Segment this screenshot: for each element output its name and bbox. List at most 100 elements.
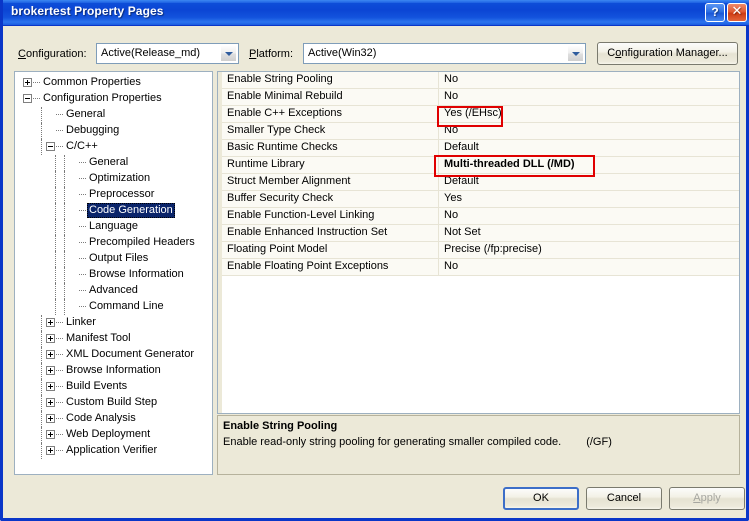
grid-row[interactable]: Floating Point Model Precise (/fp:precise… (222, 242, 739, 259)
grid-row-value[interactable]: Multi-threaded DLL (/MD) (444, 158, 575, 170)
grid-row-value[interactable]: No (444, 90, 458, 102)
property-pages-dialog: brokertest Property Pages ? ✕ Configurat… (0, 0, 749, 521)
tree-item-c-c[interactable]: C/C++ (15, 139, 212, 155)
tree-expand-icon[interactable] (46, 445, 55, 455)
tree-item-code-generation[interactable]: Code Generation (15, 203, 212, 219)
grid-row[interactable]: Enable Function-Level Linking No (222, 208, 739, 225)
tree-item-optimization[interactable]: Optimization (15, 171, 212, 187)
grid-column-splitter[interactable] (438, 208, 439, 224)
tree-item-command-line[interactable]: Command Line (15, 299, 212, 315)
tree-expand-icon[interactable] (46, 397, 55, 407)
tree-item-custom-build-step[interactable]: Custom Build Step (15, 395, 212, 411)
tree-connector (32, 91, 41, 107)
grid-row[interactable]: Struct Member Alignment Default (222, 174, 739, 191)
grid-row-value[interactable]: No (444, 260, 458, 272)
grid-row-value[interactable]: Yes (/EHsc) (444, 107, 502, 119)
tree-item-label: Manifest Tool (66, 332, 131, 344)
grid-row[interactable]: Enable Enhanced Instruction Set Not Set (222, 225, 739, 242)
tree-item-code-analysis[interactable]: Code Analysis (15, 411, 212, 427)
tree-item-general[interactable]: General (15, 107, 212, 123)
grid-row[interactable]: Smaller Type Check No (222, 123, 739, 140)
tree-item-label: XML Document Generator (66, 348, 194, 360)
grid-row-value[interactable]: Default (444, 175, 479, 187)
chevron-down-icon[interactable] (567, 45, 584, 62)
tree-expand-icon[interactable] (46, 381, 55, 391)
tree-item-general[interactable]: General (15, 155, 212, 171)
tree-item-manifest-tool[interactable]: Manifest Tool (15, 331, 212, 347)
tree-item-browse-information[interactable]: Browse Information (15, 267, 212, 283)
platform-dropdown[interactable]: Active(Win32) (303, 43, 586, 64)
grid-row-value[interactable]: Precise (/fp:precise) (444, 243, 542, 255)
grid-row[interactable]: Basic Runtime Checks Default (222, 140, 739, 157)
configuration-manager-button[interactable]: Configuration Manager... (597, 42, 738, 65)
tree-item-output-files[interactable]: Output Files (15, 251, 212, 267)
tree-item-debugging[interactable]: Debugging (15, 123, 212, 139)
tree-item-xml-document-generator[interactable]: XML Document Generator (15, 347, 212, 363)
tree-expand-icon[interactable] (46, 413, 55, 423)
grid-column-splitter[interactable] (438, 89, 439, 105)
tree-expand-icon[interactable] (46, 429, 55, 439)
grid-row-name: Buffer Security Check (227, 192, 334, 204)
grid-column-splitter[interactable] (438, 259, 439, 275)
grid-row[interactable]: Buffer Security Check Yes (222, 191, 739, 208)
tree-indent-guide (37, 347, 46, 363)
grid-column-splitter[interactable] (438, 140, 439, 156)
grid-row[interactable]: Runtime Library Multi-threaded DLL (/MD) (222, 157, 739, 174)
grid-row-value[interactable]: Default (444, 141, 479, 153)
grid-column-splitter[interactable] (438, 157, 439, 173)
chevron-down-icon[interactable] (220, 45, 237, 62)
tree-connector (55, 395, 64, 411)
grid-row[interactable]: Enable C++ Exceptions Yes (/EHsc) (222, 106, 739, 123)
tree-connector (78, 155, 87, 171)
tree-item-precompiled-headers[interactable]: Precompiled Headers (15, 235, 212, 251)
cancel-button[interactable]: Cancel (586, 487, 662, 510)
tree-indent-guide (51, 251, 60, 267)
help-icon[interactable]: ? (705, 3, 725, 22)
grid-row-value[interactable]: No (444, 73, 458, 85)
ok-button[interactable]: OK (503, 487, 579, 510)
tree-item-preprocessor[interactable]: Preprocessor (15, 187, 212, 203)
grid-column-splitter[interactable] (438, 191, 439, 207)
grid-row-value[interactable]: Not Set (444, 226, 481, 238)
grid-row[interactable]: Enable Floating Point Exceptions No (222, 259, 739, 276)
grid-row[interactable]: Enable Minimal Rebuild No (222, 89, 739, 106)
grid-row-value[interactable]: Yes (444, 192, 462, 204)
tree-item-configuration-properties[interactable]: Configuration Properties (15, 91, 212, 107)
grid-column-splitter[interactable] (438, 106, 439, 122)
tree-item-web-deployment[interactable]: Web Deployment (15, 427, 212, 443)
tree-item-label: General (66, 108, 106, 120)
grid-column-splitter[interactable] (438, 225, 439, 241)
tree-indent-guide (60, 267, 69, 283)
grid-row-name: Enable Floating Point Exceptions (227, 260, 389, 272)
tree-item-common-properties[interactable]: Common Properties (15, 75, 212, 91)
tree-expand-icon[interactable] (23, 77, 32, 87)
tree-item-linker[interactable]: Linker (15, 315, 212, 331)
tree-item-browse-information[interactable]: Browse Information (15, 363, 212, 379)
grid-column-splitter[interactable] (438, 242, 439, 258)
property-grid[interactable]: Enable String Pooling No Enable Minimal Re… (217, 71, 740, 414)
tree-item-build-events[interactable]: Build Events (15, 379, 212, 395)
tree-expand-icon[interactable] (46, 317, 55, 327)
tree-expand-icon[interactable] (46, 365, 55, 375)
tree-item-advanced[interactable]: Advanced (15, 283, 212, 299)
grid-row-value[interactable]: No (444, 124, 458, 136)
configuration-dropdown[interactable]: Active(Release_md) (96, 43, 239, 64)
close-icon[interactable]: ✕ (727, 3, 747, 22)
grid-row-value[interactable]: No (444, 209, 458, 221)
tree-item-application-verifier[interactable]: Application Verifier (15, 443, 212, 459)
grid-column-splitter[interactable] (438, 174, 439, 190)
tree-item-language[interactable]: Language (15, 219, 212, 235)
tree-indent-guide (51, 235, 60, 251)
tree-item-label: Output Files (89, 252, 149, 264)
tree-expand-icon[interactable] (46, 349, 55, 359)
tree-collapse-icon[interactable] (46, 141, 55, 151)
property-tree[interactable]: Common Properties Configuration Propertie… (14, 71, 213, 475)
grid-column-splitter[interactable] (438, 72, 439, 88)
tree-indent-guide (60, 203, 69, 219)
tree-collapse-icon[interactable] (23, 93, 32, 103)
tree-expand-icon[interactable] (46, 333, 55, 343)
tree-item-label: C/C++ (66, 140, 98, 152)
grid-column-splitter[interactable] (438, 123, 439, 139)
grid-row[interactable]: Enable String Pooling No (222, 72, 739, 89)
